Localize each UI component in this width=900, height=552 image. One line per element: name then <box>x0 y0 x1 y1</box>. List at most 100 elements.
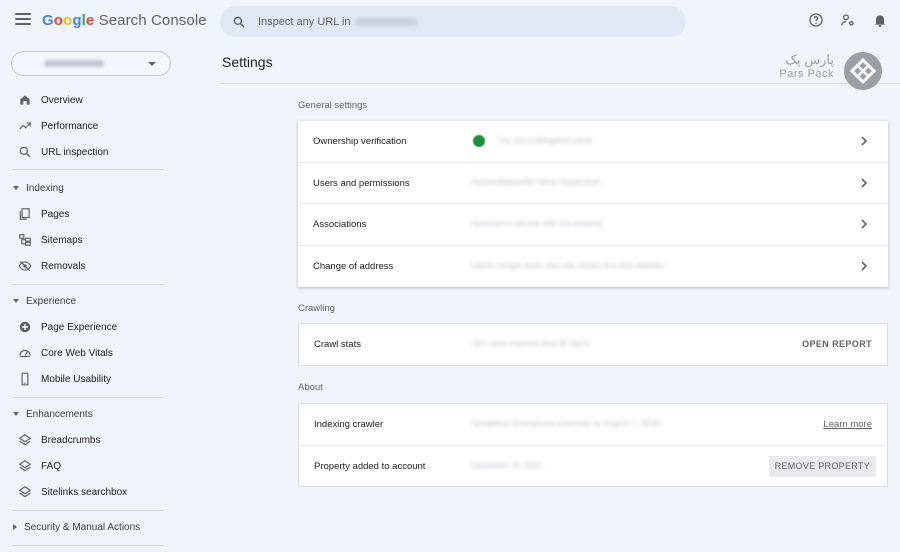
nav-url-inspection[interactable]: URL inspection <box>0 140 200 164</box>
sidebar-divider <box>12 169 164 170</box>
section-label: Enhancements <box>26 408 93 420</box>
row-label: Crawl stats <box>314 339 361 350</box>
row-property-added: Property added to account December 24, 2… <box>299 446 887 488</box>
section-about: About <box>298 382 323 393</box>
property-selector[interactable] <box>11 51 171 76</box>
nav-label: FAQ <box>41 460 62 472</box>
row-users-and-permissions[interactable]: Users and permissions HosseinBabaei90, R… <box>298 163 888 204</box>
nav-removals[interactable]: Removals <box>0 254 200 278</box>
nav-section-security[interactable]: Security & Manual Actions <box>13 518 140 536</box>
pages-icon <box>19 208 30 220</box>
top-app-bar: Google Search Console Inspect any URL in <box>0 0 900 44</box>
sidebar-divider <box>12 284 164 285</box>
nav-label: Mobile Usability <box>41 373 112 385</box>
collapse-triangle-icon <box>13 299 19 303</box>
nav-performance[interactable]: Performance <box>0 114 200 138</box>
nav-section-enhancements[interactable]: Enhancements <box>13 405 93 423</box>
row-value-redacted: 313 crawl requests (last 90 days) <box>472 339 590 348</box>
notifications-icon[interactable] <box>872 12 888 28</box>
verified-check-icon <box>473 135 485 147</box>
manage-accounts-icon[interactable] <box>840 12 856 28</box>
plus-circle-icon <box>19 321 31 333</box>
chevron-right-icon <box>861 260 868 271</box>
section-label: Indexing <box>26 182 64 194</box>
collapse-triangle-icon <box>13 186 19 190</box>
nav-breadcrumbs[interactable]: Breadcrumbs <box>0 428 200 452</box>
redacted-property <box>354 17 417 26</box>
nav-label: URL inspection <box>41 146 109 158</box>
nav-label: Page Experience <box>41 321 118 333</box>
section-label: Experience <box>26 295 77 307</box>
nav-overview[interactable]: Overview <box>0 88 200 112</box>
logo-google: Google <box>42 12 95 29</box>
row-crawl-stats: Crawl stats 313 crawl requests (last 90 … <box>299 324 887 366</box>
nav-label: Breadcrumbs <box>41 434 101 446</box>
crawling-card: Crawl stats 313 crawl requests (last 90 … <box>298 323 888 366</box>
page-title: Settings <box>222 54 273 70</box>
home-icon <box>20 95 30 105</box>
sitemap-icon <box>19 234 31 246</box>
layers-icon <box>18 486 32 498</box>
chevron-right-icon <box>861 219 868 229</box>
row-label: Ownership verification <box>313 136 407 147</box>
layers-icon <box>18 460 32 472</box>
nav-sitemaps[interactable]: Sitemaps <box>0 228 200 252</box>
nav-label: Core Web Vitals <box>41 347 113 359</box>
eye-off-icon <box>18 260 32 272</box>
collapse-triangle-icon <box>13 412 19 416</box>
logo-product-name: Search Console <box>98 12 207 29</box>
app-logo[interactable]: Google Search Console <box>42 12 207 29</box>
nav-sitelinks-searchbox[interactable]: Sitelinks searchbox <box>0 480 200 504</box>
row-value-redacted: You are a delegated owner <box>498 136 594 145</box>
row-label: Associations <box>313 219 367 230</box>
sidebar-divider <box>12 545 164 546</box>
row-label: Property added to account <box>314 460 426 472</box>
nav-section-indexing[interactable]: Indexing <box>13 179 64 197</box>
row-label: Change of address <box>313 260 394 272</box>
row-value-redacted: HosseinBabaei90, Reza Sepahvand <box>471 177 600 187</box>
section-label: Security & Manual Actions <box>24 521 141 533</box>
row-indexing-crawler: Indexing crawler Googlebot Smartphone (s… <box>299 404 887 446</box>
row-value-redacted: Googlebot Smartphone (switched on August… <box>472 419 661 428</box>
menu-icon[interactable] <box>15 13 31 27</box>
sidebar-divider <box>12 510 164 511</box>
nav-label: Sitelinks searchbox <box>41 486 128 498</box>
parspack-watermark: پارس پک Pars Pack <box>772 50 882 92</box>
nav-pages[interactable]: Pages <box>0 202 200 226</box>
learn-more-link[interactable]: Learn more <box>823 419 872 430</box>
watermark-text: پارس پک Pars Pack <box>772 53 834 81</box>
trending-up-icon <box>19 122 31 130</box>
redacted-property-name <box>44 60 104 67</box>
remove-property-button[interactable]: REMOVE PROPERTY <box>768 455 876 477</box>
row-value-redacted: December 24, 2022 <box>472 460 543 470</box>
layers-icon <box>18 434 32 446</box>
phone-icon <box>21 372 29 386</box>
sidebar-divider <box>12 397 164 398</box>
section-crawling: Crawling <box>298 303 335 314</box>
watermark-en: Pars Pack <box>779 68 834 80</box>
nav-mobile-usability[interactable]: Mobile Usability <box>0 367 200 391</box>
search-icon <box>233 16 245 27</box>
row-change-of-address[interactable]: Change of address Inform Google when you… <box>298 246 888 288</box>
chevron-right-icon <box>861 136 868 146</box>
nav-section-experience[interactable]: Experience <box>13 292 76 310</box>
open-report-button[interactable]: OPEN REPORT <box>802 339 872 349</box>
general-settings-card: Ownership verification You are a delegat… <box>298 121 888 287</box>
about-card: Indexing crawler Googlebot Smartphone (s… <box>298 403 888 487</box>
expand-triangle-icon <box>13 524 17 530</box>
nav-core-web-vitals[interactable]: Core Web Vitals <box>0 341 200 365</box>
nav-label: Overview <box>41 94 83 106</box>
url-inspection-search[interactable]: Inspect any URL in <box>220 6 686 37</box>
row-associations[interactable]: Associations Associate a service with th… <box>298 204 888 246</box>
nav-label: Performance <box>41 120 99 132</box>
help-icon[interactable] <box>808 12 824 28</box>
nav-faq[interactable]: FAQ <box>0 454 200 478</box>
row-label: Indexing crawler <box>314 419 384 430</box>
nav-label: Sitemaps <box>41 234 83 246</box>
chevron-right-icon <box>861 177 868 188</box>
search-placeholder: Inspect any URL in <box>258 15 351 28</box>
nav-page-experience[interactable]: Page Experience <box>0 315 200 339</box>
gauge-icon <box>19 349 31 358</box>
search-icon <box>19 146 31 158</box>
row-ownership-verification[interactable]: Ownership verification You are a delegat… <box>298 121 888 163</box>
